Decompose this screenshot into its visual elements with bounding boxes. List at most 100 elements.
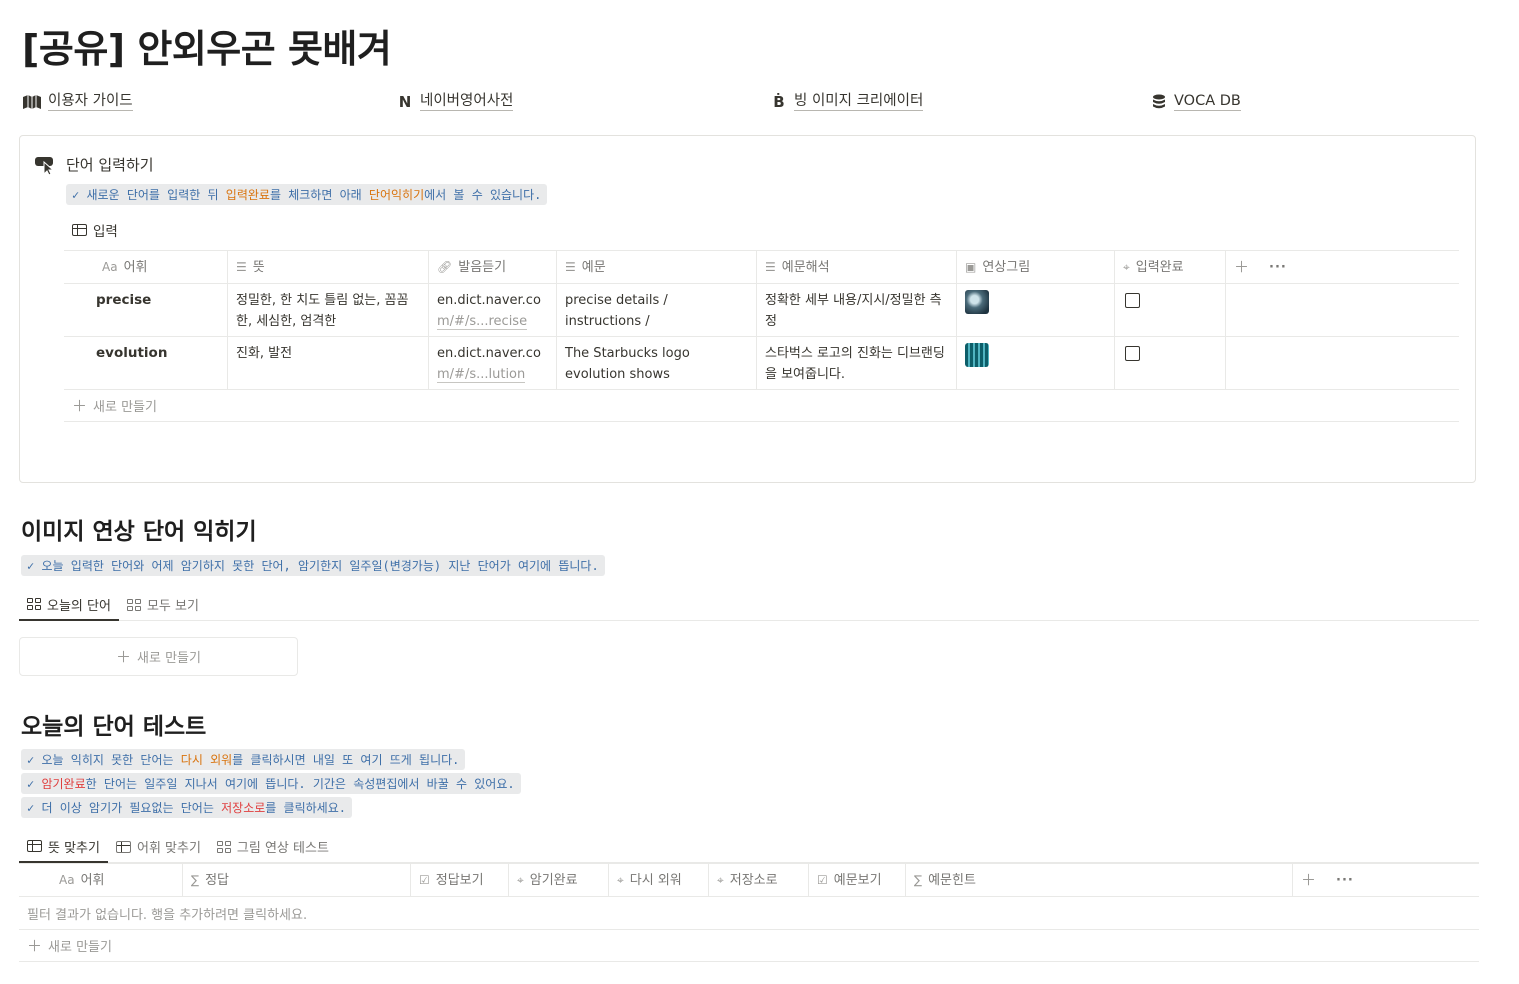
done-cell <box>1115 284 1226 336</box>
column-header-word[interactable]: Aa 어휘 <box>64 251 228 283</box>
plus-icon: ＋ <box>27 937 43 955</box>
checkbox-icon: ☑ <box>419 872 430 887</box>
test-table: Aa 어휘 ∑ 정답 ☑ 정답보기 ⌖ 암기완료 ⌖ 다시 외워 ⌖ 저장소로 ☑ 예문보기 … <box>19 863 1479 962</box>
cursor-click-icon: ⌖ <box>1123 259 1130 274</box>
word-cell[interactable]: evolution <box>64 337 228 389</box>
page-title: [공유] 안외우곤 못배겨 <box>22 27 392 71</box>
table-icon <box>72 224 87 236</box>
column-header-example[interactable]: ☰ 예문 <box>557 251 757 283</box>
formula-icon: ∑ <box>914 872 923 887</box>
gallery-icon <box>126 598 141 611</box>
image-icon: ▣ <box>965 259 977 274</box>
input-callout: 단어 입력하기 ✓ 새로운 단어를 입력한 뒤 입력완료를 체크하면 아래 단어… <box>19 135 1476 483</box>
thumbnail-image[interactable] <box>965 343 989 367</box>
more-options-icon[interactable]: ··· <box>1269 257 1287 278</box>
image-cell[interactable] <box>957 337 1115 389</box>
translation-cell[interactable]: 정확한 세부 내용/지시/정밀한 측정 <box>757 284 957 336</box>
link-user-guide[interactable]: 이용자 가이드 <box>22 92 133 111</box>
example-cell[interactable]: precise details / instructions / measure… <box>557 284 757 336</box>
table-icon <box>27 840 42 852</box>
link-naver-dictionary[interactable]: N 네이버영어사전 <box>396 92 514 111</box>
input-done-checkbox[interactable] <box>1125 293 1140 308</box>
link-label: VOCA DB <box>1174 93 1241 111</box>
test-tabs: 뜻 맞추기 어휘 맞추기 그림 연상 테스트 <box>19 831 1479 863</box>
example-cell[interactable]: The Starbucks logo evolution shows debra… <box>557 337 757 389</box>
formula-icon: ∑ <box>191 872 200 887</box>
column-header-meaning[interactable]: ☰ 뜻 <box>228 251 429 283</box>
column-header-word[interactable]: Aa 어휘 <box>19 864 183 896</box>
naver-icon: N <box>398 92 412 111</box>
column-header-actions: ＋ ··· <box>1293 864 1479 896</box>
checkbox-icon: ☑ <box>817 872 828 887</box>
link-label: 네이버영어사전 <box>420 93 514 111</box>
tab-view-all[interactable]: 모두 보기 <box>119 589 207 620</box>
column-header-translation[interactable]: ☰ 예문해석 <box>757 251 957 283</box>
tab-image-test[interactable]: 그림 연상 테스트 <box>209 831 337 862</box>
empty-filter-row[interactable]: 필터 결과가 없습니다. 행을 추가하려면 클릭하세요. <box>19 897 1479 930</box>
done-cell <box>1115 337 1226 389</box>
column-header-pronunciation[interactable]: 🔗︎ 발음듣기 <box>429 251 557 283</box>
translation-cell[interactable]: 스타벅스 로고의 진화는 디브랜딩을 보여줍니다. <box>757 337 957 389</box>
test-tip-3: ✓ 더 이상 암기가 필요없는 단어는 저장소로를 클릭하세요. <box>21 797 352 818</box>
column-header-image[interactable]: ▣ 연상그림 <box>957 251 1115 283</box>
column-header-example-hint[interactable]: ∑ 예문힌트 <box>906 864 1293 896</box>
column-header-show-answer[interactable]: ☑ 정답보기 <box>411 864 509 896</box>
add-column-icon[interactable]: ＋ <box>1301 870 1316 891</box>
pronunciation-link[interactable]: en.dict.naver.co m/#/s...lution <box>429 337 557 389</box>
test-tip-1: ✓ 오늘 익히지 못한 단어는 다시 외워를 클릭하시면 내일 또 여기 뜨게 … <box>21 749 466 770</box>
column-header-done[interactable]: ⌖ 입력완료 <box>1115 251 1226 283</box>
button-click-icon: ⌖ <box>517 872 524 887</box>
gallery-section-title: 이미지 연상 단어 익히기 <box>21 519 257 545</box>
thumbnail-image[interactable] <box>965 290 989 314</box>
text-lines-icon: ☰ <box>236 259 247 274</box>
text-lines-icon: ☰ <box>565 259 576 274</box>
plus-icon: ＋ <box>116 648 132 666</box>
column-header-archive[interactable]: ⌖ 저장소로 <box>709 864 809 896</box>
callout-heading: 단어 입력하기 <box>66 156 154 174</box>
table-row[interactable]: evolution 진화, 발전 en.dict.naver.co m/#/s..… <box>64 337 1459 390</box>
add-column-icon[interactable]: ＋ <box>1234 257 1249 278</box>
database-icon <box>1153 94 1165 108</box>
column-header-answer[interactable]: ∑ 정답 <box>183 864 411 896</box>
input-done-checkbox[interactable] <box>1125 346 1140 361</box>
more-options-icon[interactable]: ··· <box>1336 870 1354 891</box>
link-voca-db[interactable]: VOCA DB <box>1150 92 1241 111</box>
word-cell[interactable]: precise <box>64 284 228 336</box>
test-section-title: 오늘의 단어 테스트 <box>21 714 207 740</box>
plus-icon: ＋ <box>72 397 88 415</box>
image-cell[interactable] <box>957 284 1115 336</box>
column-header-actions: ＋ ··· <box>1226 251 1459 283</box>
new-row-button[interactable]: ＋ 새로 만들기 <box>19 930 1479 962</box>
button-click-icon: ⌖ <box>717 872 724 887</box>
input-table: Aa 어휘 ☰ 뜻 🔗︎ 발음듣기 ☰ 예문 ☰ 예문해석 ▣ 연상그림 ⌖ 입력완료 ＋ ··… <box>64 250 1459 422</box>
column-header-memorized[interactable]: ⌖ 암기완료 <box>509 864 609 896</box>
table-header: Aa 어휘 ∑ 정답 ☑ 정답보기 ⌖ 암기완료 ⌖ 다시 외워 ⌖ 저장소로 ☑ 예문보기 … <box>19 863 1479 897</box>
test-tip-2: ✓ 암기완료한 단어는 일주일 지나서 여기에 뜹니다. 기간은 속성편집에서 … <box>21 773 521 794</box>
bing-icon: Ḃ <box>773 92 785 111</box>
meaning-cell[interactable]: 정밀한, 한 치도 틀림 없는, 꼼꼼한, 세심한, 엄격한 <box>228 284 429 336</box>
column-header-retry[interactable]: ⌖ 다시 외워 <box>609 864 709 896</box>
pronunciation-link[interactable]: en.dict.naver.co m/#/s...recise <box>429 284 557 336</box>
database-title[interactable]: 입력 <box>72 220 118 240</box>
gallery-tip: ✓ 오늘 입력한 단어와 어제 암기하지 못한 단어, 암기한지 일주일(변경가… <box>21 555 605 576</box>
input-tip: ✓ 새로운 단어를 입력한 뒤 입력완료를 체크하면 아래 단어익히기에서 볼 … <box>66 184 548 205</box>
book-map-icon <box>23 94 41 109</box>
new-card-button[interactable]: ＋ 새로 만들기 <box>19 637 298 676</box>
gallery-icon <box>27 598 41 610</box>
link-icon: 🔗︎ <box>437 259 453 274</box>
gallery-tabs: 오늘의 단어 모두 보기 <box>19 589 1479 621</box>
link-row: 이용자 가이드 N 네이버영어사전 Ḃ 빙 이미지 크리에이터 VOCA DB <box>22 92 1482 114</box>
tab-today-words[interactable]: 오늘의 단어 <box>19 589 119 621</box>
new-row-button[interactable]: ＋ 새로 만들기 <box>64 390 1459 422</box>
tab-word-quiz[interactable]: 어휘 맞추기 <box>108 831 209 862</box>
tab-meaning-quiz[interactable]: 뜻 맞추기 <box>19 831 108 863</box>
column-header-show-example[interactable]: ☑ 예문보기 <box>809 864 906 896</box>
table-row[interactable]: precise 정밀한, 한 치도 틀림 없는, 꼼꼼한, 세심한, 엄격한 e… <box>64 284 1459 337</box>
meaning-cell[interactable]: 진화, 발전 <box>228 337 429 389</box>
button-click-icon: ⌖ <box>617 872 624 887</box>
table-header: Aa 어휘 ☰ 뜻 🔗︎ 발음듣기 ☰ 예문 ☰ 예문해석 ▣ 연상그림 ⌖ 입력완료 ＋ ··… <box>64 250 1459 284</box>
text-lines-icon: ☰ <box>765 259 776 274</box>
gallery-icon <box>216 840 231 853</box>
cursor-click-icon <box>35 157 55 176</box>
link-bing-image-creator[interactable]: Ḃ 빙 이미지 크리에이터 <box>770 92 924 111</box>
